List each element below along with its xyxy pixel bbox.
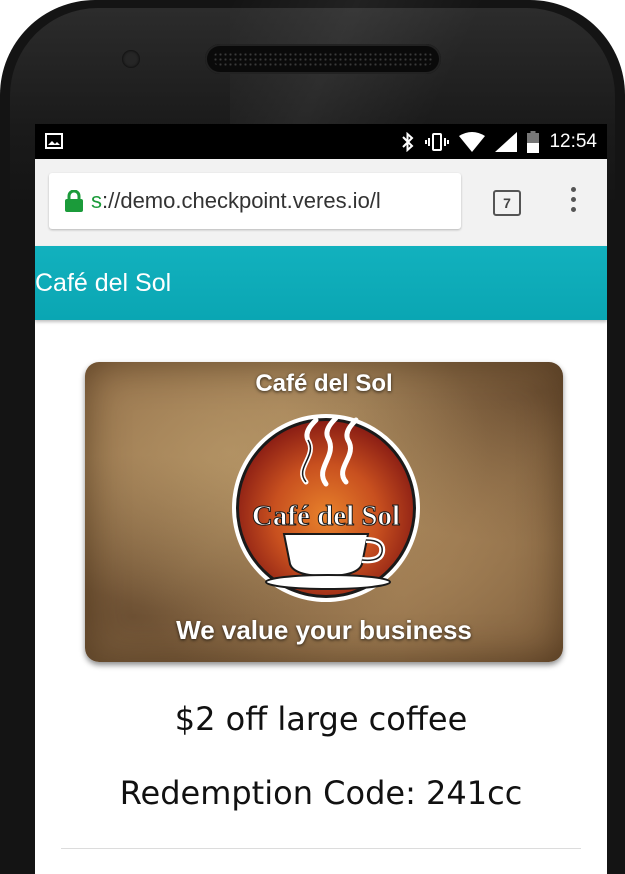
lock-icon bbox=[65, 190, 83, 212]
card-logo-text: Café del Sol bbox=[252, 500, 400, 532]
vibrate-icon bbox=[425, 132, 450, 151]
front-camera bbox=[122, 50, 140, 68]
app-bar: Café del Sol bbox=[35, 246, 607, 320]
offer-description: $2 off large coffee bbox=[174, 700, 468, 738]
cell-signal-icon bbox=[495, 131, 518, 152]
cafe-logo-icon: Café del Sol bbox=[232, 414, 420, 602]
card-tagline: We value your business bbox=[176, 615, 472, 645]
status-bar: 12:54 bbox=[35, 124, 607, 159]
tab-switcher-button[interactable]: 7 bbox=[493, 190, 521, 216]
wifi-icon bbox=[459, 131, 486, 152]
url-path: ://demo.checkpoint.veres.io/l bbox=[102, 188, 381, 213]
divider bbox=[61, 848, 581, 849]
url-bar[interactable]: s://demo.checkpoint.veres.io/l bbox=[49, 173, 461, 229]
browser-toolbar: s://demo.checkpoint.veres.io/l 7 bbox=[35, 159, 607, 246]
screen: 12:54 s://demo.checkpoint.veres.io/l 7 C… bbox=[35, 124, 607, 874]
status-time: 12:54 bbox=[549, 130, 597, 152]
url-text[interactable]: s://demo.checkpoint.veres.io/l bbox=[91, 173, 455, 229]
card-brand-title: Café del Sol bbox=[255, 370, 393, 397]
redemption-code: Redemption Code: 241cc bbox=[119, 774, 523, 812]
overflow-menu-icon[interactable] bbox=[569, 187, 577, 217]
bluetooth-icon bbox=[402, 131, 414, 152]
page-title: Café del Sol bbox=[35, 269, 172, 297]
speaker-grille bbox=[213, 52, 433, 66]
status-icons: 12:54 bbox=[401, 124, 597, 159]
phone-frame: 12:54 s://demo.checkpoint.veres.io/l 7 C… bbox=[0, 0, 625, 874]
battery-icon bbox=[527, 130, 540, 153]
url-scheme: s bbox=[91, 188, 102, 213]
offer-card-image: Café del Sol Café del Sol We value your … bbox=[85, 362, 563, 662]
earpiece-speaker bbox=[205, 44, 441, 74]
image-notification-icon bbox=[45, 133, 63, 149]
